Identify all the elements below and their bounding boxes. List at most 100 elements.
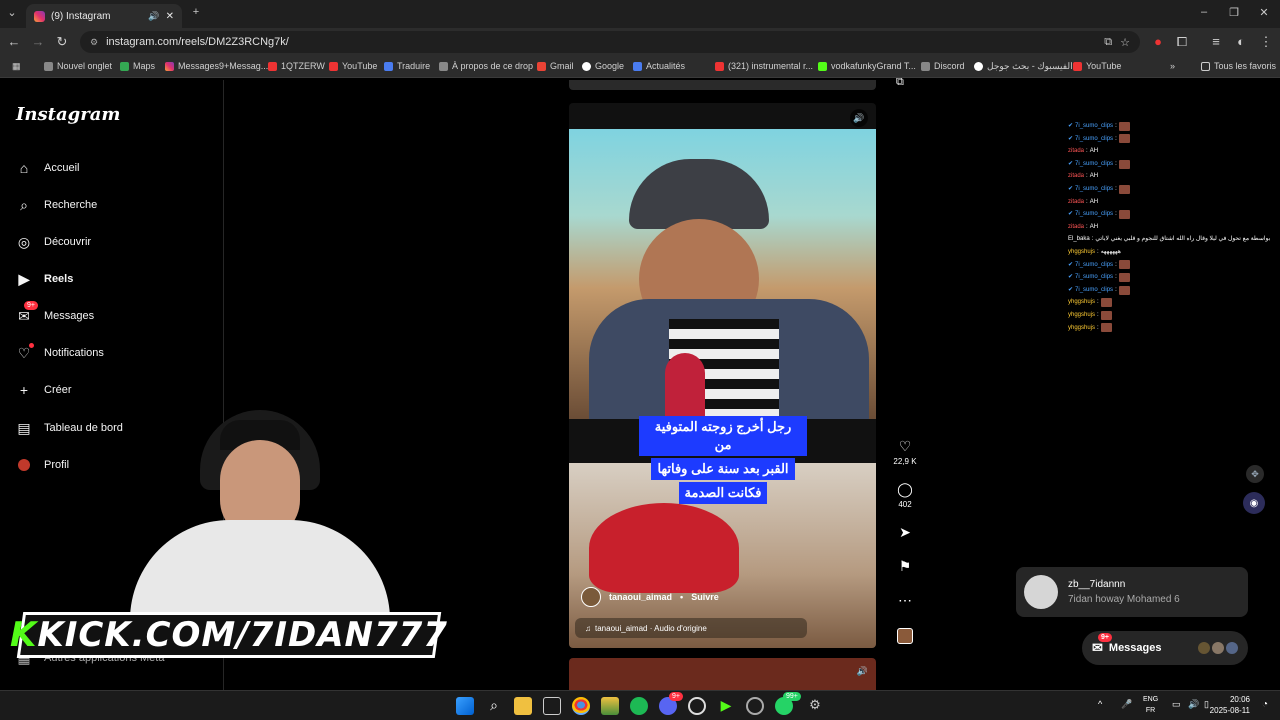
all-bookmarks[interactable]: Tous les favoris — [1201, 61, 1276, 71]
speaker-icon[interactable]: 🔊 — [1188, 699, 1199, 710]
nav-dashboard[interactable]: ▤ Tableau de bord — [16, 420, 123, 436]
new-tab-icon[interactable]: + — [188, 6, 204, 18]
site-info-icon[interactable]: ⚙ — [90, 37, 98, 48]
browser-menu-icon[interactable]: ⋮ — [1258, 34, 1274, 50]
share-button[interactable]: ➤ — [890, 524, 920, 541]
nav-profile[interactable]: Profil — [16, 457, 69, 473]
reel-audio[interactable]: ♫ tanaoui_aimad · Audio d'origine — [575, 618, 807, 638]
bookmark-item[interactable]: Nouvel onglet — [44, 61, 112, 71]
bookmark-item[interactable]: الفيسبوك - بحث جوجل — [974, 61, 1073, 72]
extensions-puzzle-icon[interactable]: ⧠ — [1174, 34, 1190, 50]
bookmark-item[interactable]: Google — [582, 61, 624, 71]
bookmark-item[interactable]: (321) instrumental r... — [715, 61, 813, 71]
comment-button[interactable]: ◯ 402 — [890, 481, 920, 509]
bookmark-item[interactable]: Maps — [120, 61, 155, 71]
bookmark-item[interactable]: vodkafunkyGrand T... — [818, 61, 916, 71]
install-app-icon[interactable]: ⧉ — [1104, 36, 1112, 49]
tray-overflow-icon[interactable]: ^ — [1098, 699, 1102, 709]
plus-icon: + — [19, 382, 29, 398]
browser-tab[interactable]: (9) Instagram 🔊 ✕ — [26, 4, 182, 28]
whatsapp-icon[interactable]: 99+ — [775, 692, 801, 715]
nav-home[interactable]: ⌂ Accueil — [16, 160, 80, 176]
youtube-icon — [1073, 61, 1082, 71]
reel-video[interactable]: 🔊 رجل أخرج زوجته المتوفية من القبر بعد س… — [569, 103, 876, 648]
discord-badge: 9+ — [669, 692, 683, 701]
extension-icon[interactable]: ✥ — [1246, 465, 1264, 483]
save-button[interactable]: ⚑ — [890, 558, 920, 575]
bookmark-item[interactable]: Traduire — [384, 61, 430, 71]
bookmark-star-icon[interactable]: ☆ — [1120, 36, 1130, 49]
nav-reels[interactable]: ▶ Reels — [16, 271, 74, 287]
chat-line: ✔ 7i_sumo_clips: — [1068, 208, 1268, 221]
bookmark-item[interactable]: À propos de ce drop — [439, 61, 533, 71]
bookmark-item[interactable]: Messages9+Messag... — [165, 61, 268, 71]
store-icon[interactable] — [543, 697, 561, 715]
file-explorer-icon[interactable] — [514, 697, 532, 715]
restore-icon[interactable]: ❐ — [1226, 6, 1242, 19]
system-clock[interactable]: 20:06 2025-08-11 — [1210, 694, 1250, 716]
media-controls-icon[interactable]: ≡ — [1208, 34, 1224, 49]
bookmarks-overflow-icon[interactable]: » — [1170, 61, 1175, 71]
extension-shield-icon[interactable]: ● — [1150, 34, 1166, 49]
apps-grid-icon[interactable]: ▦ — [12, 61, 21, 72]
layers-app-icon[interactable] — [601, 697, 619, 715]
window-close-icon[interactable]: ✕ — [1256, 6, 1272, 19]
tab-close-icon[interactable]: ✕ — [166, 11, 174, 22]
author-username[interactable]: tanaoui_aimad — [609, 592, 672, 602]
bookmark-item[interactable]: 1QTZERW — [268, 61, 325, 71]
kick-app-icon[interactable]: ▶ — [717, 697, 735, 715]
spotify-icon[interactable] — [630, 697, 648, 715]
chat-line: ✔ 7i_sumo_clips: — [1068, 133, 1268, 146]
audio-thumbnail[interactable] — [890, 628, 920, 647]
chat-colon: : — [1097, 299, 1099, 306]
back-icon[interactable]: ← — [6, 34, 22, 49]
network-icon[interactable]: ▭ — [1172, 699, 1181, 710]
omnibox[interactable]: ⚙ instagram.com/reels/DM2Z3RCNg7k/ ⧉ ☆ — [80, 31, 1140, 53]
bookmark-item[interactable]: YouTube — [329, 61, 377, 71]
volume-icon[interactable]: 🔊 — [850, 109, 868, 127]
bookmark-item[interactable]: Discord — [921, 61, 965, 71]
settings-icon[interactable]: ⚙ — [806, 697, 824, 715]
message-notification[interactable]: zb__7idannn 7idan howay Mohamed 6 — [1016, 567, 1248, 617]
bookmark-item[interactable]: YouTube — [1073, 61, 1121, 71]
nav-notifications[interactable]: ♡ Notifications — [16, 343, 104, 361]
discord-float-icon[interactable]: ◉ — [1243, 492, 1265, 514]
more-button[interactable]: ⋯ — [890, 592, 920, 609]
minimize-icon[interactable]: – — [1196, 6, 1212, 18]
instagram-logo[interactable]: Instagram — [16, 104, 120, 125]
profile-icon[interactable]: ◐ — [1233, 34, 1249, 49]
bookmark-item[interactable]: Gmail — [537, 61, 574, 71]
previous-reel[interactable] — [569, 80, 876, 90]
nav-create[interactable]: + Créer — [16, 382, 72, 398]
messages-float-button[interactable]: ✉ 9+ Messages — [1082, 631, 1248, 665]
bookmark-item[interactable]: Actualités — [633, 61, 685, 71]
nav-explore[interactable]: ◎ Découvrir — [16, 234, 91, 250]
send-icon: ➤ — [899, 524, 911, 540]
microphone-icon[interactable]: 🎤 — [1121, 699, 1132, 710]
author-avatar[interactable] — [581, 587, 601, 607]
obs-icon[interactable] — [688, 697, 706, 715]
search-icon[interactable]: ⌕ — [485, 697, 503, 715]
follow-button[interactable]: Suivre — [691, 592, 719, 602]
reel-options-icon[interactable]: ⧉ — [896, 76, 904, 89]
next-reel[interactable]: 🔊 — [569, 658, 876, 690]
language-indicator[interactable]: ENG FR — [1143, 694, 1158, 716]
notification-text: 7idan howay Mohamed 6 — [1068, 594, 1180, 605]
tab-audio-icon[interactable]: 🔊 — [148, 11, 159, 22]
discord-icon[interactable]: 9+ — [659, 692, 683, 715]
nav-messages[interactable]: ✉ 9+ Messages — [16, 301, 94, 324]
chat-username: 7i_sumo_clips — [1075, 211, 1114, 218]
reload-icon[interactable]: ↻ — [54, 34, 70, 50]
start-icon[interactable] — [456, 697, 474, 715]
forward-icon[interactable]: → — [30, 34, 46, 49]
performance-icon[interactable] — [746, 697, 764, 715]
tab-list-icon[interactable]: ⌄ — [4, 6, 20, 19]
volume-icon[interactable]: 🔊 — [857, 666, 868, 677]
like-button[interactable]: ♡ 22,9 K — [890, 438, 920, 466]
chat-line: zitada: AH — [1068, 170, 1268, 183]
notification-center-icon[interactable]: ◔ — [1262, 699, 1268, 710]
battery-icon[interactable]: ▯ — [1204, 699, 1209, 710]
chrome-icon[interactable] — [572, 697, 590, 715]
nav-search[interactable]: ⌕ Recherche — [16, 197, 97, 213]
url-text[interactable]: instagram.com/reels/DM2Z3RCNg7k/ — [106, 36, 289, 48]
